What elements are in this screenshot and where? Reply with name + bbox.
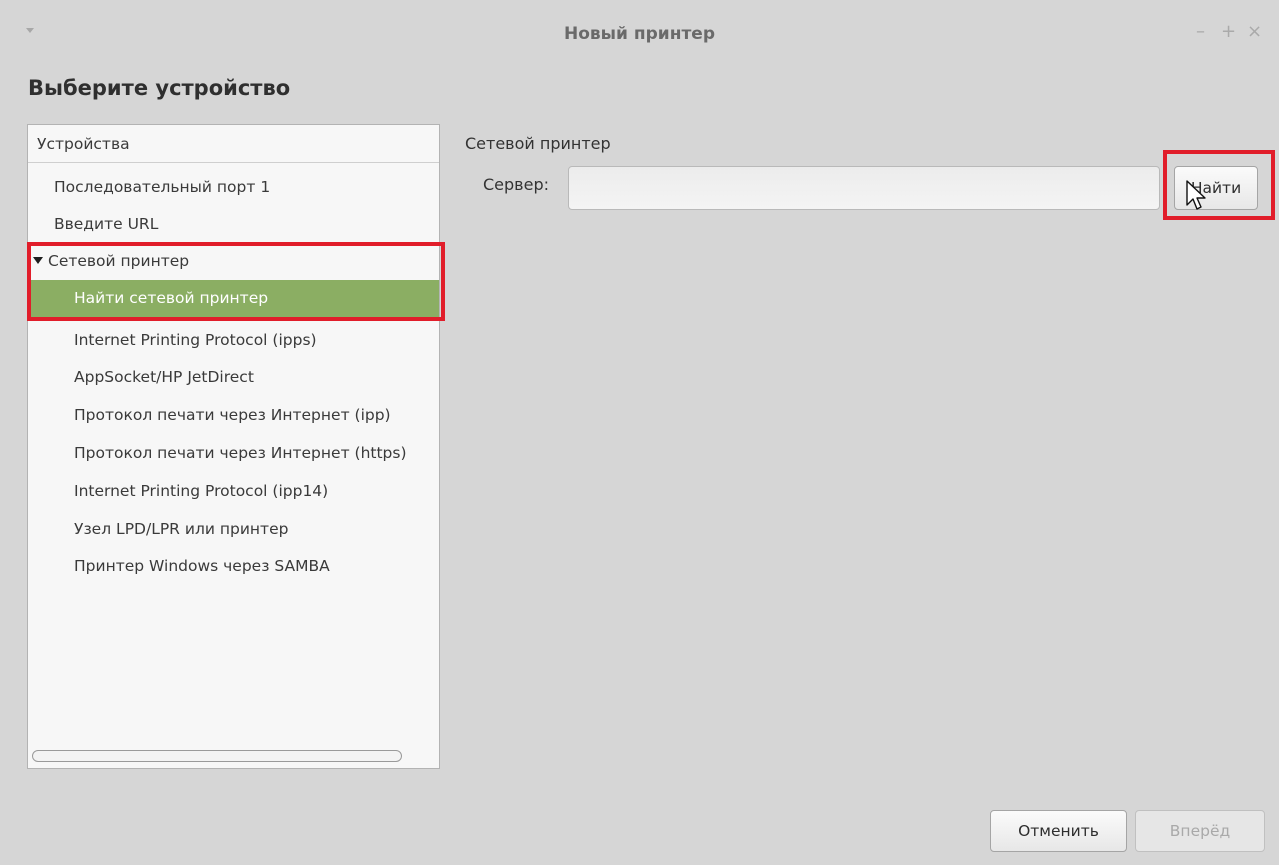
horizontal-scrollbar[interactable] — [32, 750, 402, 762]
highlight-box-network-printer — [27, 242, 445, 321]
minimize-icon[interactable]: – — [1196, 22, 1205, 42]
window-title: Новый принтер — [564, 24, 715, 44]
next-button[interactable]: Вперёд — [1135, 810, 1265, 852]
server-label: Сервер: — [483, 175, 549, 194]
section-title: Сетевой принтер — [465, 134, 611, 153]
devices-list[interactable]: Устройства Последовательный порт 1 Введи… — [27, 124, 440, 769]
list-item[interactable]: Протокол печати через Интернет (https) — [28, 435, 439, 472]
list-item[interactable]: AppSocket/HP JetDirect — [28, 359, 439, 396]
mouse-pointer-icon — [1186, 180, 1206, 210]
list-item[interactable]: Протокол печати через Интернет (ipp) — [28, 397, 439, 434]
page-title: Выберите устройство — [28, 76, 291, 100]
title-bar: Новый принтер – + × — [0, 0, 1279, 66]
maximize-icon[interactable]: + — [1221, 22, 1236, 42]
server-input[interactable] — [568, 166, 1160, 210]
list-item[interactable]: Последовательный порт 1 — [28, 169, 439, 206]
list-item[interactable]: Узел LPD/LPR или принтер — [28, 511, 439, 548]
list-item[interactable]: Internet Printing Protocol (ipps) — [28, 322, 439, 359]
cancel-button[interactable]: Отменить — [990, 810, 1127, 852]
list-item[interactable]: Принтер Windows через SAMBA — [28, 548, 439, 585]
list-item[interactable]: Введите URL — [28, 206, 439, 243]
close-icon[interactable]: × — [1247, 22, 1262, 42]
list-item[interactable]: Internet Printing Protocol (ipp14) — [28, 473, 439, 510]
devices-column-header[interactable]: Устройства — [28, 125, 439, 163]
